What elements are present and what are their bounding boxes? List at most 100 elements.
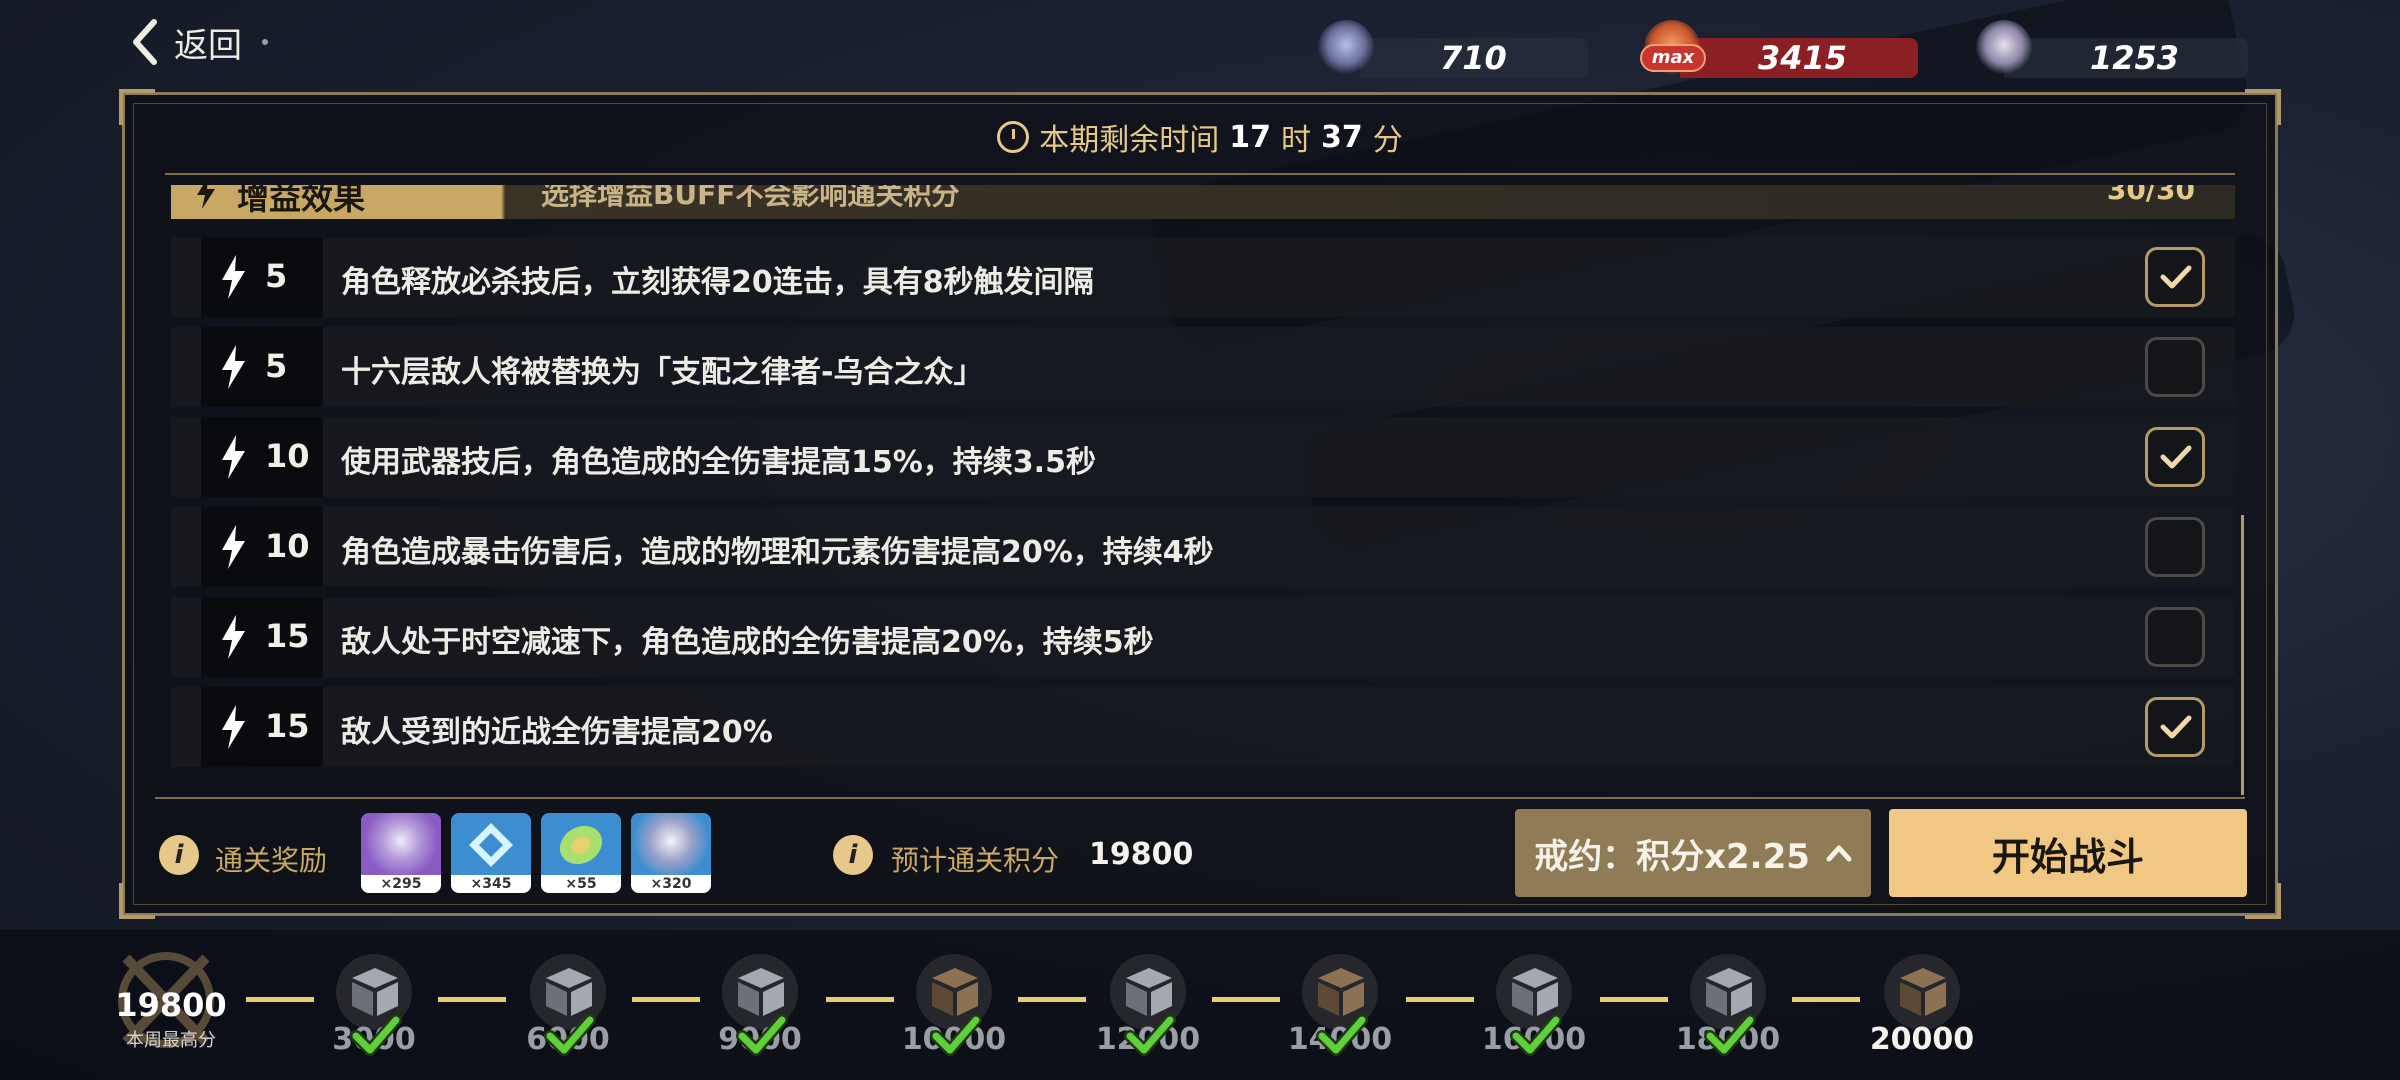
- timer-hours-unit: 时: [1281, 123, 1311, 158]
- section-title: 增益效果: [237, 185, 366, 217]
- estimate-value: 19800: [1089, 837, 1194, 872]
- buff-row[interactable]: 10 使用武器技后，角色造成的全伤害提高15%，持续3.5秒: [171, 417, 2235, 497]
- resource-stamina[interactable]: 3415: [1680, 38, 1918, 78]
- milestone-chest[interactable]: 10000: [902, 954, 1006, 1064]
- scrollbar[interactable]: [2241, 515, 2244, 795]
- claimed-check-icon: [930, 1014, 982, 1056]
- buff-panel: 本期剩余时间 17 时 37 分 增益效果 选择增益BUFF不会影响通关积分 3…: [119, 89, 2281, 919]
- track-segment: [438, 997, 506, 1002]
- period-timer: 本期剩余时间 17 时 37 分: [125, 115, 2275, 159]
- timer-prefix: 本期剩余时间: [1039, 123, 1220, 158]
- start-battle-button[interactable]: 开始战斗: [1889, 809, 2247, 897]
- track-segment: [1018, 997, 1086, 1002]
- buff-cost-value: 5: [265, 257, 288, 295]
- buff-checkbox[interactable]: [2145, 337, 2205, 397]
- buff-checkbox[interactable]: [2145, 697, 2205, 757]
- weekly-best-label: 本周最高分: [126, 1030, 216, 1051]
- milestone-amount: 20000: [1869, 1022, 1975, 1057]
- weekly-best-value: 19800: [115, 986, 227, 1024]
- track-segment: [1212, 997, 1280, 1002]
- emblem-icon: [1976, 20, 2032, 76]
- back-button[interactable]: 返回: [130, 14, 268, 70]
- buff-description: 角色造成暴击伤害后，造成的物理和元素伤害提高20%，持续4秒: [341, 535, 1214, 570]
- milestone-chest[interactable]: 12000: [1096, 954, 1200, 1064]
- claimed-check-icon: [1316, 1014, 1368, 1056]
- buff-cost: 5: [201, 327, 323, 407]
- chest-icon: [1318, 968, 1364, 1016]
- max-badge: max: [1640, 44, 1706, 72]
- resource-emblem-value: 1253: [2090, 39, 2180, 77]
- milestone-chest[interactable]: 16000: [1482, 954, 1586, 1064]
- resource-crystal[interactable]: 710: [1360, 38, 1588, 78]
- reward-item[interactable]: ×295: [361, 813, 441, 893]
- blue-crystal-icon: [451, 813, 531, 875]
- reward-count: ×295: [361, 875, 441, 893]
- chest-icon: [1126, 968, 1172, 1016]
- buff-checkbox[interactable]: [2145, 607, 2205, 667]
- resource-stamina-value: 3415: [1758, 39, 1848, 77]
- milestone-chest[interactable]: 9000: [718, 954, 802, 1064]
- chest-icon: [546, 968, 592, 1016]
- buff-checkbox[interactable]: [2145, 427, 2205, 487]
- buff-cost-value: 5: [265, 347, 288, 385]
- buff-row[interactable]: 15 敌人受到的近战全伤害提高20%: [171, 687, 2235, 767]
- milestone-chest[interactable]: 6000: [526, 954, 610, 1064]
- pact-button[interactable]: 戒约：积分x2.25: [1515, 809, 1871, 897]
- back-label: 返回: [174, 25, 242, 66]
- buff-row[interactable]: 5 角色释放必杀技后，立刻获得20连击，具有8秒触发间隔: [171, 237, 2235, 317]
- reward-count: ×345: [451, 875, 531, 893]
- reward-count: ×320: [631, 875, 711, 893]
- buff-cost-value: 15: [265, 617, 310, 655]
- bolt-icon: [222, 615, 245, 659]
- claimed-check-icon: [350, 1014, 402, 1056]
- buff-checkbox[interactable]: [2145, 247, 2205, 307]
- buff-row[interactable]: 10 角色造成暴击伤害后，造成的物理和元素伤害提高20%，持续4秒: [171, 507, 2235, 587]
- buff-checkbox[interactable]: [2145, 517, 2205, 577]
- bolt-icon: [222, 255, 245, 299]
- rewards-label: 通关奖励: [215, 844, 328, 877]
- buff-cost: 10: [201, 507, 323, 587]
- purple-emblem-icon: [361, 813, 441, 875]
- claimed-check-icon: [1124, 1014, 1176, 1056]
- buff-description: 使用武器技后，角色造成的全伤害提高15%，持续3.5秒: [341, 445, 1096, 480]
- bolt-icon: [222, 525, 245, 569]
- chest-icon: [352, 968, 398, 1016]
- milestone-chest[interactable]: 18000: [1676, 954, 1780, 1064]
- resource-emblem[interactable]: 1253: [2004, 38, 2248, 78]
- chest-icon: [738, 968, 784, 1016]
- panel-corner: [119, 883, 155, 919]
- back-dot: [262, 39, 268, 45]
- timer-hours: 17: [1229, 119, 1271, 155]
- info-icon[interactable]: i: [159, 835, 199, 875]
- estimate-label: 预计通关积分: [891, 844, 1060, 877]
- bolt-icon: [222, 705, 245, 749]
- milestone-chest[interactable]: 3000: [332, 954, 416, 1064]
- buff-cost-value: 15: [265, 707, 310, 745]
- reward-item[interactable]: ×320: [631, 813, 711, 893]
- info-icon[interactable]: i: [833, 835, 873, 875]
- checkmark-icon: [2160, 715, 2192, 739]
- chest-icon: [1706, 968, 1752, 1016]
- panel-corner: [2245, 883, 2281, 919]
- buff-description: 敌人处于时空减速下，角色造成的全伤害提高20%，持续5秒: [341, 625, 1154, 660]
- milestone-chest[interactable]: 14000: [1288, 954, 1392, 1064]
- claimed-check-icon: [1510, 1014, 1562, 1056]
- section-header: 增益效果 选择增益BUFF不会影响通关积分 30/30: [171, 185, 2235, 219]
- milestone-chest[interactable]: 20000: [1870, 954, 1974, 1064]
- chest-icon: [1900, 968, 1946, 1016]
- reward-item[interactable]: ×55: [541, 813, 621, 893]
- buff-description: 敌人受到的近战全伤害提高20%: [341, 715, 773, 750]
- buff-row[interactable]: 5 十六层敌人将被替换为「支配之律者-乌合之众」: [171, 327, 2235, 407]
- pact-button-label: 戒约：积分x2.25: [1534, 836, 1810, 877]
- checkmark-icon: [2160, 265, 2192, 289]
- track-segment: [1792, 997, 1860, 1002]
- section-note: 选择增益BUFF不会影响通关积分: [541, 185, 960, 211]
- buff-row[interactable]: 15 敌人处于时空减速下，角色造成的全伤害提高20%，持续5秒: [171, 597, 2235, 677]
- track-segment: [632, 997, 700, 1002]
- buff-description: 十六层敌人将被替换为「支配之律者-乌合之众」: [341, 355, 984, 390]
- timer-minutes: 37: [1321, 119, 1363, 155]
- buff-cost: 15: [201, 597, 323, 677]
- top-bar: 返回 710 3415 max 1253: [0, 0, 2400, 86]
- reward-item[interactable]: ×345: [451, 813, 531, 893]
- track-segment: [1600, 997, 1668, 1002]
